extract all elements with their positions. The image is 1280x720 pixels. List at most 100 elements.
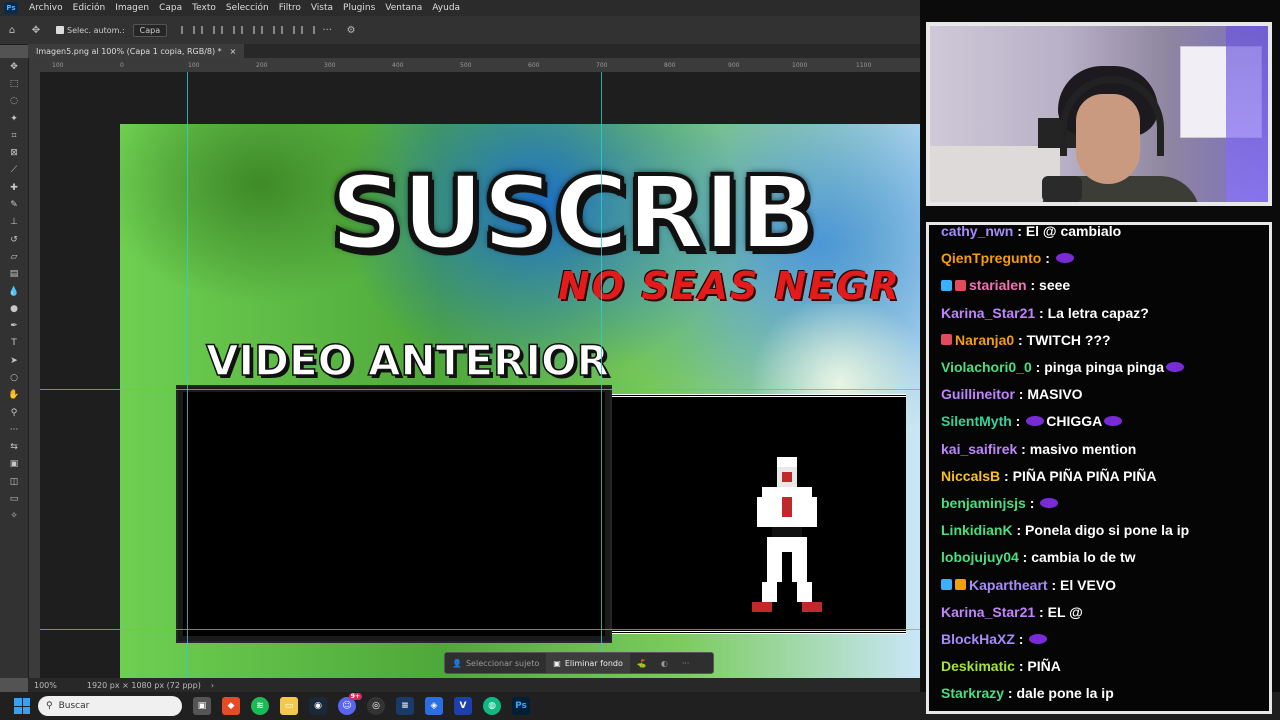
hand-tool-icon[interactable]: ✋ [0,387,28,404]
mask-icon[interactable]: ⛳ [630,659,654,668]
menu-plugins[interactable]: Plugins [338,3,380,13]
generative-icon[interactable]: ✧ [0,508,28,525]
menu-archivo[interactable]: Archivo [24,3,68,13]
vpn-icon[interactable]: ◈ [425,697,443,715]
chat-username[interactable]: Starkrazy [941,685,1004,701]
close-icon[interactable]: × [230,47,237,56]
align-right-icon[interactable] [221,26,236,34]
chat-username[interactable]: Karina_Star21 [941,305,1035,321]
frame-tool-icon[interactable]: ⊠ [0,144,28,161]
type-tool-icon[interactable]: T [0,335,28,352]
move-tool-icon[interactable]: ✥ [29,23,43,37]
thumbnail-canvas[interactable]: SUSCRIB NO SEAS NEGR VIDEO ANTERIOR [120,124,920,678]
auto-select-dropdown[interactable]: Capa [132,23,168,37]
more-options-icon[interactable]: ··· [320,23,334,37]
align-top-icon[interactable] [261,26,276,34]
move-tool-icon[interactable]: ✥ [0,58,28,75]
align-middle-icon[interactable] [281,26,296,34]
lasso-tool-icon[interactable]: ◌ [0,93,28,110]
chat-username[interactable]: Violachori0_0 [941,359,1032,375]
task-view-icon[interactable]: ▣ [193,697,211,715]
healing-brush-tool-icon[interactable]: ✚ [0,179,28,196]
chat-username[interactable]: QienTpregunto [941,250,1041,266]
align-center-icon[interactable] [201,26,216,34]
audio-app-icon[interactable]: ≡ [396,697,414,715]
gear-icon[interactable]: ⚙ [344,23,358,37]
guide-horizontal[interactable] [40,389,920,390]
menu-ayuda[interactable]: Ayuda [427,3,465,13]
eraser-tool-icon[interactable]: ▱ [0,248,28,265]
menu-edicion[interactable]: Edición [68,3,111,13]
pen-tool-icon[interactable]: ✒ [0,317,28,334]
chat-username[interactable]: benjaminjsjs [941,495,1026,511]
chat-username[interactable]: Kapartheart [969,577,1048,593]
spotify-icon[interactable]: ≋ [251,697,269,715]
file-explorer-icon[interactable]: ▭ [280,697,298,715]
select-subject-button[interactable]: 👤 Seleccionar sujeto [445,659,546,668]
discord-icon[interactable]: ☺ 9+ [338,693,362,715]
more-options-button[interactable]: ··· [675,659,697,668]
more-tools-icon[interactable]: ··· [0,421,28,438]
chat-username[interactable]: Guillineitor [941,386,1015,402]
menu-filtro[interactable]: Filtro [274,3,306,13]
chevron-right-icon[interactable]: › [211,681,214,690]
home-icon[interactable]: ⌂ [5,23,19,37]
auto-select-checkbox[interactable]: Selec. autom.: [56,26,125,35]
webcam-feed [926,22,1272,206]
chat-username[interactable]: Karina_Star21 [941,604,1035,620]
brush-tool-icon[interactable]: ✎ [0,196,28,213]
chat-username[interactable]: kai_saifirek [941,441,1017,457]
menu-ventana[interactable]: Ventana [380,3,427,13]
guide-vertical[interactable] [601,72,602,678]
brave-browser-icon[interactable]: ◆ [222,697,240,715]
chat-username[interactable]: Deskimatic [941,658,1015,674]
taskbar-search[interactable]: ⚲ Buscar [38,696,182,716]
menu-imagen[interactable]: Imagen [110,3,154,13]
guide-horizontal[interactable] [40,629,920,630]
chat-username[interactable]: cathy_nwn [941,225,1013,239]
horizontal-ruler: 100 0 100 200 300 400 500 600 700 800 90… [28,58,920,73]
shape-tool-icon[interactable]: ○ [0,369,28,386]
swap-colors-icon[interactable]: ⇆ [0,439,28,456]
history-brush-tool-icon[interactable]: ↺ [0,231,28,248]
align-justify-icon[interactable] [241,26,256,34]
chat-username[interactable]: lobojujuy04 [941,549,1019,565]
align-left-icon[interactable] [181,26,196,34]
eyedropper-tool-icon[interactable]: ⟋ [0,162,28,179]
path-selection-tool-icon[interactable]: ➤ [0,352,28,369]
dodge-tool-icon[interactable]: ● [0,300,28,317]
canvas-workspace[interactable]: SUSCRIB NO SEAS NEGR VIDEO ANTERIOR [40,72,920,678]
steam-icon[interactable]: ◉ [309,697,327,715]
remove-background-button[interactable]: ▣ Eliminar fondo [546,653,630,673]
foreground-color-swatch[interactable]: ▣ [0,456,28,473]
windows-start-icon[interactable] [14,698,30,714]
document-tab[interactable]: Imagen5.png al 100% (Capa 1 copia, RGB/8… [28,44,245,58]
zoom-tool-icon[interactable]: ⚲ [0,404,28,421]
menu-texto[interactable]: Texto [187,3,221,13]
chat-username[interactable]: BlockHaXZ [941,631,1015,647]
photoshop-taskbar-icon[interactable]: Ps [512,697,530,715]
guide-vertical[interactable] [187,72,188,678]
chat-username[interactable]: NiccalsB [941,468,1000,484]
menu-vista[interactable]: Vista [306,3,338,13]
adjust-icon[interactable]: ◐ [654,659,675,668]
blur-tool-icon[interactable]: 💧 [0,283,28,300]
crop-tool-icon[interactable]: ⌗ [0,127,28,144]
marquee-tool-icon[interactable]: ⬚ [0,75,28,92]
chrome-like-icon[interactable]: ◍ [483,697,501,715]
menu-seleccion[interactable]: Selección [221,3,274,13]
magic-wand-tool-icon[interactable]: ✦ [0,110,28,127]
quick-mask-icon[interactable]: ◫ [0,473,28,490]
menu-capa[interactable]: Capa [154,3,187,13]
chat-username[interactable]: LinkidianK [941,522,1013,538]
stamp-tool-icon[interactable]: ⊥ [0,214,28,231]
chat-username[interactable]: SilentMyth [941,413,1012,429]
obs-icon[interactable]: ◎ [367,697,385,715]
screen-mode-icon[interactable]: ▭ [0,490,28,507]
align-bottom-icon[interactable] [301,26,316,34]
gradient-tool-icon[interactable]: ▤ [0,266,28,283]
chat-username[interactable]: Naranja0 [955,332,1014,348]
chat-username[interactable]: starialen [969,277,1027,293]
vegas-icon[interactable]: V [454,697,472,715]
zoom-level[interactable]: 100% [34,681,57,690]
